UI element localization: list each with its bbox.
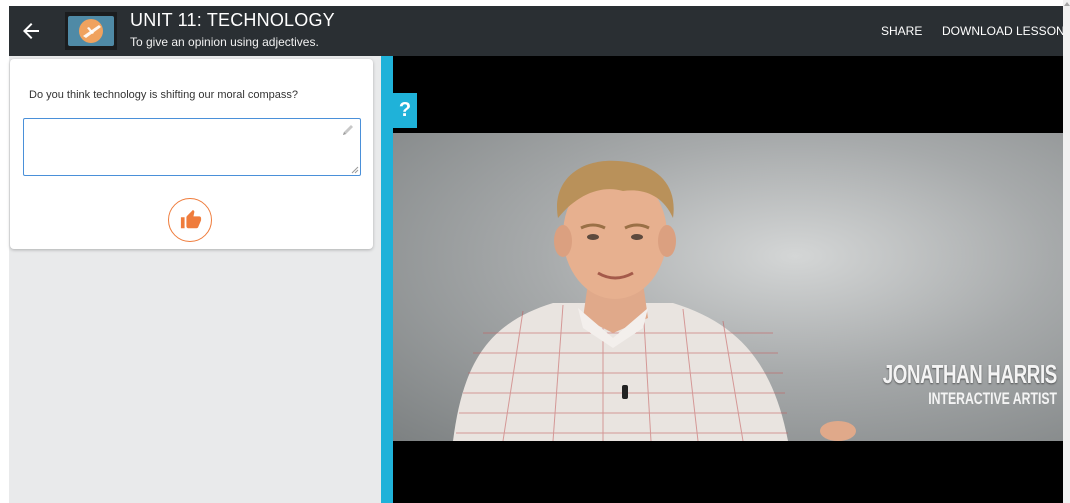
page-scrollbar[interactable] — [1063, 0, 1070, 503]
airplane-icon — [65, 12, 117, 50]
resize-handle-icon[interactable] — [351, 166, 359, 174]
question-text: Do you think technology is shifting our … — [29, 89, 299, 101]
back-button[interactable] — [19, 19, 43, 43]
lesson-title: UNIT 11: TECHNOLOGY — [130, 10, 335, 30]
submit-like-button[interactable] — [168, 198, 212, 242]
answer-textarea[interactable] — [23, 118, 361, 176]
question-card: Do you think technology is shifting our … — [10, 59, 373, 249]
arrow-left-icon — [23, 23, 39, 39]
scroll-up-icon[interactable] — [1064, 2, 1070, 6]
help-button[interactable]: ? — [393, 93, 417, 128]
thumbs-up-icon — [180, 209, 202, 229]
question-panel: Do you think technology is shifting our … — [9, 56, 381, 503]
panel-divider[interactable] — [381, 56, 393, 503]
speaker-name: JONATHAN HARRIS — [882, 359, 1058, 389]
lesson-header: UNIT 11: TECHNOLOGY To give an opinion u… — [9, 6, 1065, 56]
speaker-role: INTERACTIVE ARTIST — [928, 389, 1057, 408]
video-frame[interactable]: JONATHAN HARRIS INTERACTIVE ARTIST — [393, 133, 1063, 441]
lesson-subtitle: To give an opinion using adjectives. — [130, 35, 319, 49]
download-lesson-button[interactable]: DOWNLOAD LESSON — [942, 24, 1065, 38]
lesson-thumbnail — [65, 12, 117, 50]
video-player[interactable]: ? JONATHAN HARRIS INTERACTIVE ARTIST — [393, 56, 1063, 503]
share-button[interactable]: SHARE — [881, 24, 922, 38]
pencil-icon — [343, 125, 353, 135]
